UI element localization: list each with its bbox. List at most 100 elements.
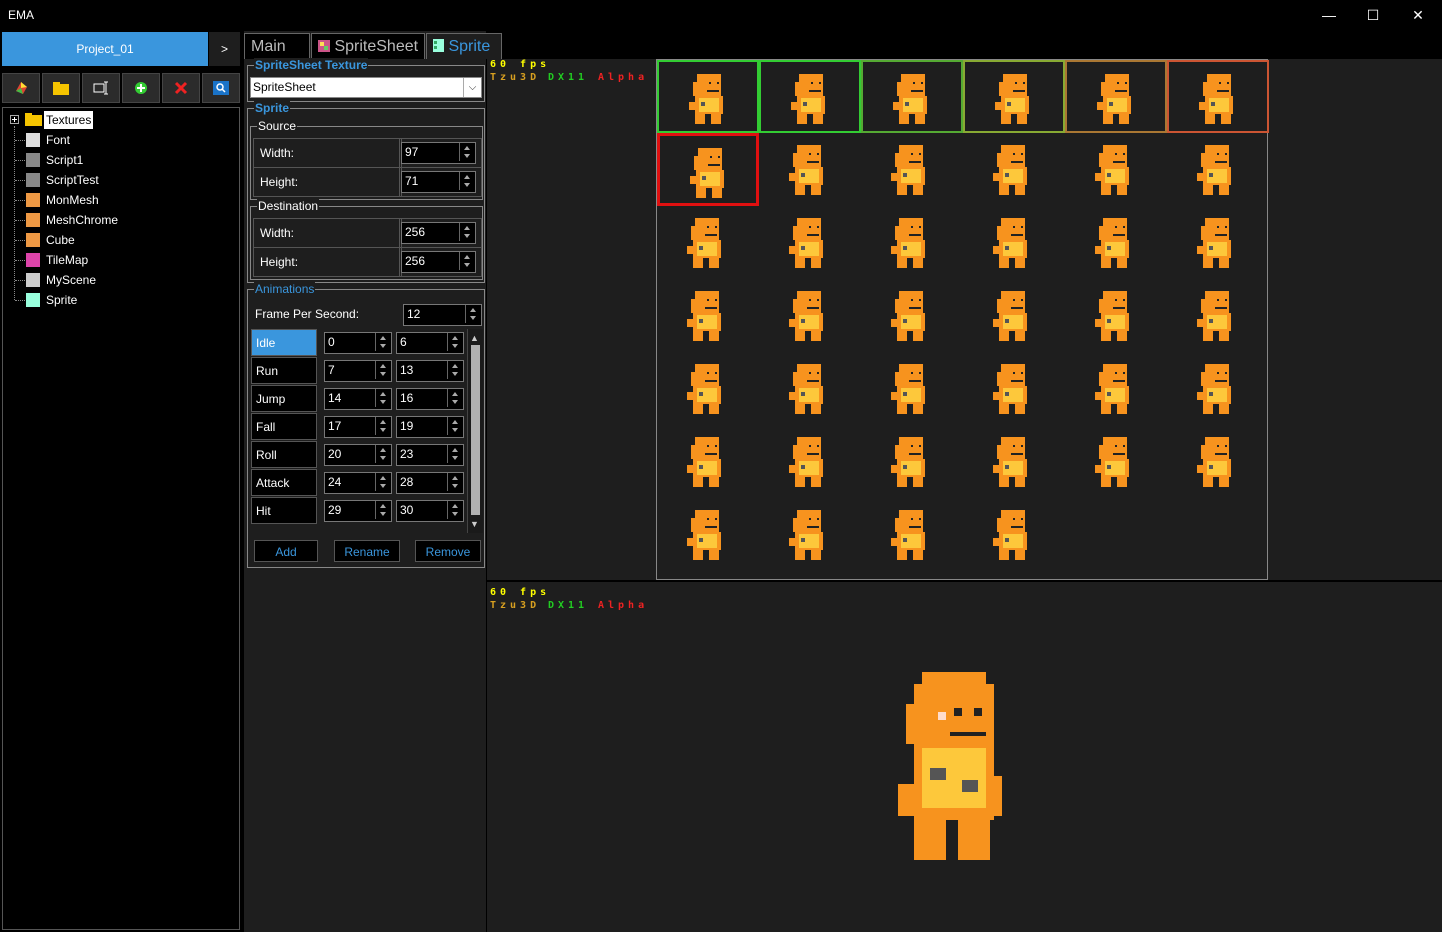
chevron-down-icon[interactable]: ▼ [470, 519, 479, 529]
spinner-arrows[interactable] [459, 223, 474, 241]
sprite-frame[interactable] [759, 206, 861, 279]
animation-end-input[interactable]: 16 [396, 388, 464, 410]
destination-width-input[interactable]: 256 [401, 222, 476, 244]
tree-item[interactable]: Font [44, 131, 72, 149]
rename-button[interactable] [82, 73, 120, 103]
sprite-frame[interactable] [657, 279, 759, 352]
sprite-frame[interactable] [963, 133, 1065, 206]
add-button[interactable] [122, 73, 160, 103]
spinner-arrows[interactable] [447, 361, 462, 379]
project-expand-button[interactable]: > [209, 32, 240, 66]
sprite-frame[interactable] [759, 352, 861, 425]
sprite-frame[interactable] [861, 60, 963, 133]
delete-button[interactable] [162, 73, 200, 103]
tree-item[interactable]: TileMap [44, 251, 90, 269]
sprite-frame[interactable] [657, 206, 759, 279]
sprite-frame[interactable] [657, 133, 759, 206]
spinner-arrows[interactable] [465, 305, 480, 323]
animation-end-input[interactable]: 28 [396, 472, 464, 494]
spritesheet-image[interactable] [656, 59, 1269, 580]
animation-item[interactable]: Roll [251, 441, 317, 468]
sprite-frame[interactable] [1065, 206, 1167, 279]
source-width-input[interactable]: 97 [401, 142, 476, 164]
spinner-arrows[interactable] [459, 143, 474, 161]
spinner-arrows[interactable] [459, 172, 474, 190]
animation-end-input[interactable]: 23 [396, 444, 464, 466]
tab-main[interactable]: Main [244, 33, 310, 59]
spinner-arrows[interactable] [375, 389, 390, 407]
spinner-arrows[interactable] [447, 473, 462, 491]
spinner-arrows[interactable] [447, 445, 462, 463]
search-button[interactable] [202, 73, 240, 103]
animation-end-input[interactable]: 19 [396, 416, 464, 438]
sprite-frame[interactable] [759, 60, 861, 133]
spinner-arrows[interactable] [375, 473, 390, 491]
sprite-frame[interactable] [861, 498, 963, 571]
sprite-frame[interactable] [861, 352, 963, 425]
animation-item[interactable]: Jump [251, 385, 317, 412]
sprite-frame[interactable] [963, 498, 1065, 571]
animation-start-input[interactable]: 14 [324, 388, 392, 410]
spinner-arrows[interactable] [375, 417, 390, 435]
maximize-button[interactable]: ☐ [1350, 0, 1396, 31]
destination-height-input[interactable]: 256 [401, 251, 476, 273]
tree-item[interactable]: MyScene [44, 271, 98, 289]
spinner-arrows[interactable] [375, 501, 390, 519]
sprite-frame[interactable] [657, 425, 759, 498]
sprite-frame[interactable] [1167, 60, 1269, 133]
sprite-frame[interactable] [963, 206, 1065, 279]
animation-item[interactable]: Attack [251, 469, 317, 496]
animation-start-input[interactable]: 29 [324, 500, 392, 522]
sprite-frame[interactable] [861, 133, 963, 206]
sprite-frame[interactable] [759, 133, 861, 206]
tree-item[interactable]: Cube [44, 231, 77, 249]
sprite-frame[interactable] [1167, 133, 1269, 206]
animation-item[interactable]: Idle [251, 329, 317, 356]
spinner-arrows[interactable] [375, 333, 390, 351]
project-button[interactable]: Project_01 [2, 32, 208, 66]
scrollbar-thumb[interactable] [471, 345, 480, 515]
texture-dropdown[interactable]: SpriteSheet ⌵ [250, 77, 482, 98]
sprite-frame[interactable] [759, 279, 861, 352]
animation-start-input[interactable]: 17 [324, 416, 392, 438]
rename-animation-button[interactable]: Rename [334, 540, 400, 562]
animation-start-input[interactable]: 20 [324, 444, 392, 466]
sprite-frame[interactable] [759, 498, 861, 571]
spinner-arrows[interactable] [447, 389, 462, 407]
tree-item[interactable]: Script1 [44, 151, 85, 169]
sprite-frame[interactable] [657, 60, 759, 133]
sprite-frame[interactable] [861, 425, 963, 498]
sprite-frame[interactable] [657, 498, 759, 571]
fps-input[interactable]: 12 [403, 304, 482, 326]
sprite-frame[interactable] [963, 279, 1065, 352]
sprite-frame[interactable] [759, 425, 861, 498]
spinner-arrows[interactable] [375, 361, 390, 379]
minimize-button[interactable]: — [1306, 0, 1352, 31]
sprite-frame[interactable] [1167, 425, 1269, 498]
animation-start-input[interactable]: 24 [324, 472, 392, 494]
tree-item-textures[interactable]: Textures [44, 111, 94, 129]
spinner-arrows[interactable] [375, 445, 390, 463]
add-animation-button[interactable]: Add [254, 540, 318, 562]
new-mesh-button[interactable] [2, 73, 40, 103]
sprite-frame[interactable] [657, 352, 759, 425]
animation-list-scrollbar[interactable]: ▲ ▼ [467, 329, 483, 533]
close-button[interactable]: ✕ [1395, 0, 1441, 31]
tree-item[interactable]: MeshChrome [44, 211, 120, 229]
sprite-frame[interactable] [1167, 206, 1269, 279]
open-folder-button[interactable] [42, 73, 80, 103]
animation-start-input[interactable]: 7 [324, 360, 392, 382]
sprite-frame[interactable] [1065, 425, 1167, 498]
sprite-frame[interactable] [861, 206, 963, 279]
animation-end-input[interactable]: 13 [396, 360, 464, 382]
animation-item[interactable]: Hit [251, 497, 317, 524]
sprite-frame[interactable] [1065, 352, 1167, 425]
animation-end-input[interactable]: 30 [396, 500, 464, 522]
sprite-frame[interactable] [1065, 60, 1167, 133]
tree-item[interactable]: Sprite [44, 291, 79, 309]
sprite-frame[interactable] [1065, 133, 1167, 206]
sprite-frame[interactable] [963, 352, 1065, 425]
animation-start-input[interactable]: 0 [324, 332, 392, 354]
tab-spritesheet[interactable]: SpriteSheet [311, 33, 425, 59]
tab-sprite[interactable]: Sprite [426, 33, 502, 59]
